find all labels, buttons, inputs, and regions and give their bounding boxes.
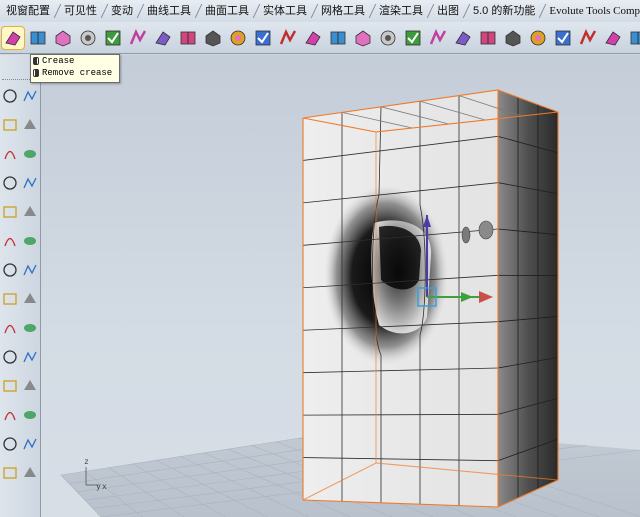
- ellipse-icon[interactable]: [22, 117, 38, 133]
- tab-2[interactable]: 变动: [105, 1, 141, 21]
- perspective-viewport[interactable]: z y x: [41, 55, 640, 517]
- axis-label-z: z: [84, 457, 89, 466]
- tab-10[interactable]: Evolute Tools Comp: [543, 1, 640, 21]
- axis-label-y: y: [96, 482, 101, 491]
- pointer-icon[interactable]: [377, 27, 399, 49]
- heat-icon[interactable]: [577, 27, 599, 49]
- paint-icon[interactable]: [2, 320, 18, 336]
- arc-icon[interactable]: [2, 146, 18, 162]
- wave-icon[interactable]: [602, 27, 624, 49]
- right-click-mouse-icon: [33, 69, 39, 77]
- arrow-icon[interactable]: [452, 27, 474, 49]
- tab-9[interactable]: 5.0 的新功能: [467, 1, 543, 21]
- tab-4[interactable]: 曲面工具: [199, 1, 257, 21]
- tab-0[interactable]: 视窗配置: [0, 1, 58, 21]
- explode-icon[interactable]: [22, 262, 38, 278]
- array-icon[interactable]: [22, 349, 38, 365]
- join-icon[interactable]: [22, 407, 38, 423]
- freeform-icon[interactable]: [2, 262, 18, 278]
- network-icon[interactable]: [22, 465, 38, 481]
- mesh-box-icon[interactable]: [27, 27, 49, 49]
- polyline-icon[interactable]: [22, 88, 38, 104]
- tooltip-crease-label: Crease: [42, 56, 75, 66]
- spiral-icon[interactable]: [2, 175, 18, 191]
- circle-icon[interactable]: [22, 175, 38, 191]
- check-icon[interactable]: [2, 436, 18, 452]
- surface-icon[interactable]: [77, 27, 99, 49]
- tooltip-remove-crease-label: Remove crease: [42, 68, 113, 78]
- split-icon[interactable]: [427, 27, 449, 49]
- fill-icon[interactable]: [402, 27, 424, 49]
- face-icon[interactable]: [102, 27, 124, 49]
- mirror-icon[interactable]: [177, 27, 199, 49]
- cone-icon[interactable]: [2, 465, 18, 481]
- smooth-icon[interactable]: [352, 27, 374, 49]
- mirror-icon[interactable]: [2, 407, 18, 423]
- mesh-plane-icon[interactable]: [22, 233, 38, 249]
- gumball-icon[interactable]: [22, 291, 38, 307]
- mesh-edit-icon[interactable]: [477, 27, 499, 49]
- axis-label-x: x: [102, 482, 107, 491]
- delete-mesh-icon[interactable]: [202, 27, 224, 49]
- boolean-icon[interactable]: [2, 349, 18, 365]
- rectangle-icon[interactable]: [22, 146, 38, 162]
- layer-icon[interactable]: [2, 291, 18, 307]
- shape-icon[interactable]: [502, 27, 524, 49]
- tab-5[interactable]: 实体工具: [257, 1, 315, 21]
- sun-icon[interactable]: [527, 27, 549, 49]
- viewport-scene[interactable]: z y x: [41, 55, 640, 517]
- pentagon-icon[interactable]: [552, 27, 574, 49]
- sphere-solid-icon[interactable]: [2, 233, 18, 249]
- tab-1[interactable]: 可见性: [58, 1, 105, 21]
- edge-icon[interactable]: [127, 27, 149, 49]
- gear-icon[interactable]: [627, 27, 640, 49]
- tab-7[interactable]: 渲染工具: [373, 1, 431, 21]
- crease-tooltip: Crease Remove crease: [30, 54, 120, 83]
- extrude-icon[interactable]: [302, 27, 324, 49]
- crease-tool-icon[interactable]: [1, 25, 25, 50]
- curve-icon[interactable]: [2, 117, 18, 133]
- left-click-mouse-icon: [33, 57, 39, 65]
- plane-surface-icon[interactable]: [2, 204, 18, 220]
- flip-icon[interactable]: [277, 27, 299, 49]
- gumball-rotate-handle-1[interactable]: [461, 226, 471, 244]
- scale-icon[interactable]: [22, 378, 38, 394]
- gumball-rotate-handle-2[interactable]: [478, 220, 494, 240]
- command-tab-bar: 视窗配置 可见性 变动 曲线工具 曲面工具 实体工具 网格工具 渲染工具 出图 5.0 的新功能 E…: [0, 0, 640, 23]
- subd-box-icon[interactable]: [52, 27, 74, 49]
- box-side-face: [498, 90, 558, 507]
- weld-icon[interactable]: [227, 27, 249, 49]
- point-icon[interactable]: [2, 88, 18, 104]
- tooltip-row-remove-crease: Remove crease: [31, 67, 119, 79]
- tab-3[interactable]: 曲线工具: [141, 1, 199, 21]
- tooltip-row-crease: Crease: [31, 55, 119, 67]
- rotate-icon[interactable]: [22, 320, 38, 336]
- grid-icon[interactable]: [152, 27, 174, 49]
- pattern-icon[interactable]: [327, 27, 349, 49]
- move-icon[interactable]: [2, 378, 18, 394]
- tab-6[interactable]: 网格工具: [315, 1, 373, 21]
- bridge-icon[interactable]: [252, 27, 274, 49]
- pipe-icon[interactable]: [22, 436, 38, 452]
- box-solid-icon[interactable]: [22, 204, 38, 220]
- main-toolbar: [0, 22, 640, 54]
- tab-8[interactable]: 出图: [431, 1, 467, 21]
- left-toolbar: [0, 55, 41, 517]
